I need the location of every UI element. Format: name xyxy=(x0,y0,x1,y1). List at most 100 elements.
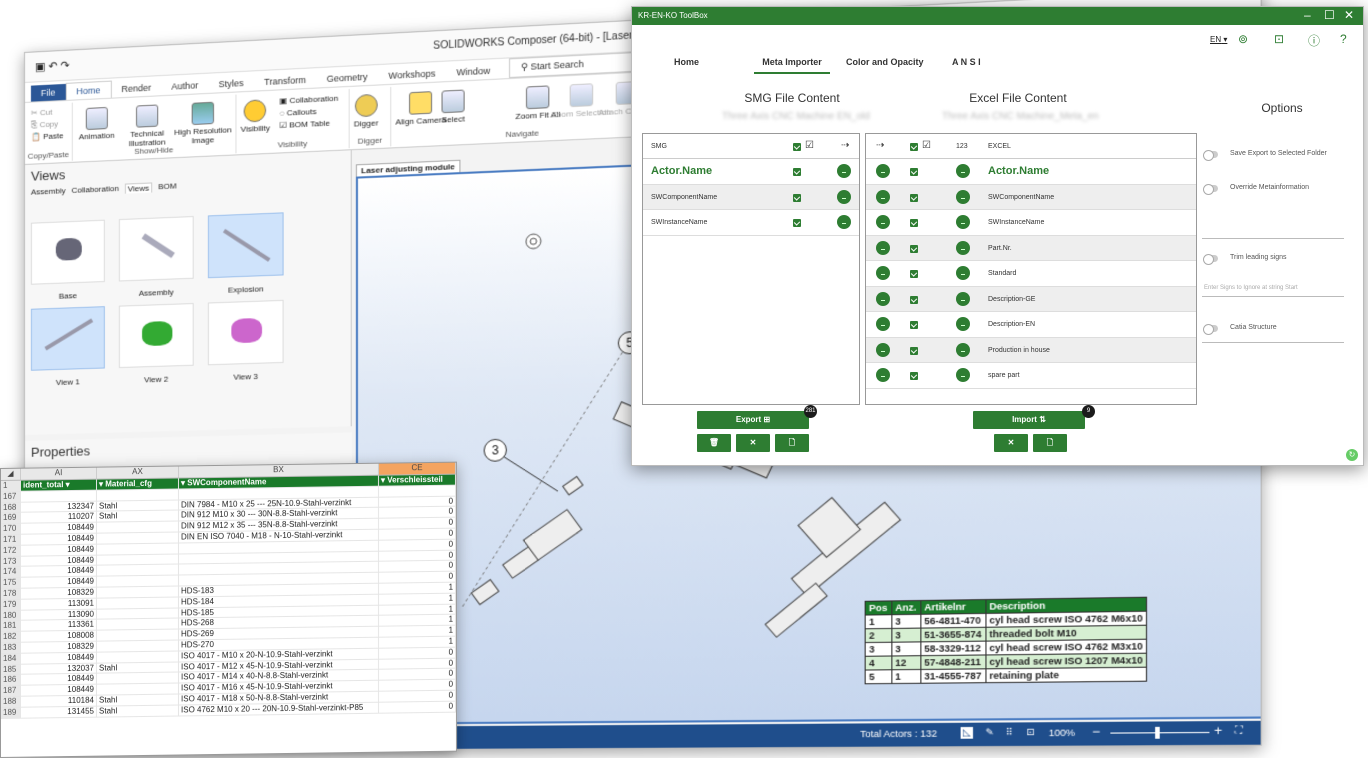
tab-meta-importer[interactable]: Meta Importer xyxy=(754,57,830,74)
grid-icon[interactable]: ⠿ xyxy=(1006,727,1013,739)
checkbox-icon[interactable] xyxy=(910,168,918,176)
corner-cell[interactable]: ◢ xyxy=(1,468,21,480)
ident-total-cell[interactable]: 108449 xyxy=(21,555,97,567)
view-thumb-view1[interactable] xyxy=(30,306,105,371)
delete-button[interactable]: 🗑 xyxy=(697,434,731,452)
material-cell[interactable]: Stahl xyxy=(97,662,179,673)
material-cell[interactable] xyxy=(97,586,179,598)
excel-list-item[interactable]: Production in house xyxy=(866,337,1196,363)
collaboration-button[interactable]: ▣ Collaboration xyxy=(279,94,338,106)
high-resolution-button[interactable]: High Resolution Image xyxy=(173,101,232,146)
excel-list-item[interactable]: Actor.Name xyxy=(866,159,1196,185)
filter-ident-total[interactable]: ident_total ▾ xyxy=(21,479,97,491)
tab-collaboration[interactable]: Collaboration xyxy=(71,184,118,196)
view-thumb-view3[interactable] xyxy=(207,299,284,366)
smg-list-item[interactable]: SWInstanceName xyxy=(643,210,859,236)
check-all-icon[interactable]: ☑ xyxy=(805,140,814,151)
wear-part-cell[interactable]: 1 xyxy=(379,625,456,637)
wear-part-cell[interactable]: 0 xyxy=(379,561,456,572)
align-camera-button[interactable]: Align Camera xyxy=(395,90,446,127)
wear-part-cell[interactable]: 1 xyxy=(379,636,456,648)
material-cell[interactable] xyxy=(97,575,179,587)
tab-styles[interactable]: Styles xyxy=(209,74,254,92)
wear-part-cell[interactable]: 0 xyxy=(379,679,456,691)
ident-total-cell[interactable]: 108449 xyxy=(21,544,97,556)
pencil-icon[interactable]: ✎ xyxy=(985,727,994,739)
material-cell[interactable]: Stahl xyxy=(97,500,179,512)
checkbox-icon[interactable] xyxy=(910,372,918,380)
new-file-button[interactable]: 🗋 xyxy=(1033,434,1067,452)
status-icon[interactable] xyxy=(876,215,890,229)
link-icon[interactable]: ⇢ xyxy=(876,140,884,151)
number-icon[interactable] xyxy=(956,317,970,331)
tab-author[interactable]: Author xyxy=(161,77,208,96)
material-cell[interactable] xyxy=(97,683,179,695)
digger-button[interactable]: Digger xyxy=(354,93,378,129)
view-thumb-assembly[interactable] xyxy=(118,216,194,282)
material-cell[interactable] xyxy=(97,532,179,544)
view-thumb-view2[interactable] xyxy=(118,303,194,369)
wear-part-cell[interactable]: 0 xyxy=(379,647,456,659)
location-icon[interactable]: ⊚ xyxy=(1238,32,1248,46)
smg-list-item[interactable]: Actor.Name xyxy=(643,159,859,185)
maximize-icon[interactable]: ☐ xyxy=(1324,8,1335,22)
checkbox-icon[interactable] xyxy=(793,143,801,151)
ident-total-cell[interactable]: 108449 xyxy=(21,684,97,696)
status-icon[interactable] xyxy=(876,189,890,204)
wear-part-cell[interactable]: 1 xyxy=(379,604,456,616)
wear-part-cell[interactable]: 0 xyxy=(379,701,456,713)
number-icon[interactable] xyxy=(956,189,970,204)
col-ax[interactable]: AX xyxy=(97,466,179,479)
language-select[interactable]: EN ▾ xyxy=(1210,35,1227,44)
tab-transform[interactable]: Transform xyxy=(254,71,316,90)
save-icon[interactable]: ▣ ↶ ↷ xyxy=(35,59,70,74)
ident-total-cell[interactable]: 108008 xyxy=(21,630,97,642)
wear-part-cell[interactable]: 1 xyxy=(379,582,456,594)
material-cell[interactable] xyxy=(97,672,179,684)
status-icon[interactable] xyxy=(837,189,851,204)
ident-total-cell[interactable] xyxy=(21,490,97,502)
tab-home[interactable]: Home xyxy=(65,80,112,100)
fit-icon[interactable]: ⊡ xyxy=(1026,727,1035,739)
toggle-catia-structure[interactable] xyxy=(1203,324,1218,335)
status-icon[interactable] xyxy=(876,291,890,306)
checkbox-icon[interactable] xyxy=(910,270,918,278)
checkbox-icon[interactable] xyxy=(910,295,918,304)
ident-total-cell[interactable]: 108449 xyxy=(21,576,97,588)
number-icon[interactable] xyxy=(956,164,970,178)
wear-part-cell[interactable]: 0 xyxy=(379,528,456,540)
material-cell[interactable] xyxy=(97,608,179,620)
excel-list-item[interactable]: Description-EN xyxy=(866,312,1196,338)
view-thumb-base[interactable] xyxy=(30,219,105,285)
tab-ansi[interactable]: A N S I xyxy=(952,57,981,67)
ident-total-cell[interactable]: 108449 xyxy=(21,673,97,685)
material-cell[interactable] xyxy=(97,543,179,555)
excel-list-item[interactable]: SWInstanceName xyxy=(866,210,1196,236)
ignore-signs-input[interactable]: Enter Signs to Ignore at string Start xyxy=(1204,285,1298,291)
excel-list-item[interactable]: Part.Nr. xyxy=(866,235,1196,261)
status-icon[interactable] xyxy=(876,266,890,280)
file-icon[interactable] xyxy=(876,164,890,178)
render-mode-icon[interactable]: ◺ xyxy=(960,726,973,739)
checkbox-icon[interactable] xyxy=(793,193,801,202)
material-cell[interactable]: Stahl xyxy=(97,510,179,522)
refresh-icon[interactable]: ↻ xyxy=(1346,449,1358,461)
status-icon[interactable] xyxy=(876,317,890,331)
clear-button[interactable]: ✕ xyxy=(736,434,770,452)
paste-button[interactable]: 📋 Paste xyxy=(31,131,64,142)
number-icon[interactable] xyxy=(956,368,970,382)
wear-part-cell[interactable]: 0 xyxy=(379,539,456,551)
tab-workshops[interactable]: Workshops xyxy=(378,65,446,85)
minimize-icon[interactable]: – xyxy=(1304,8,1311,22)
file-icon[interactable] xyxy=(837,164,851,178)
excel-list-item[interactable]: spare part xyxy=(866,363,1196,389)
material-cell[interactable] xyxy=(97,489,179,501)
checkbox-icon[interactable] xyxy=(910,244,918,253)
ident-total-cell[interactable]: 131455 xyxy=(21,706,97,718)
zoom-in-icon[interactable]: + xyxy=(1214,723,1222,738)
status-icon[interactable] xyxy=(837,215,851,229)
tab-render[interactable]: Render xyxy=(111,79,161,98)
wear-part-cell[interactable]: 0 xyxy=(379,571,456,583)
toggle-trim-signs[interactable] xyxy=(1203,254,1218,265)
material-cell[interactable] xyxy=(97,618,179,630)
